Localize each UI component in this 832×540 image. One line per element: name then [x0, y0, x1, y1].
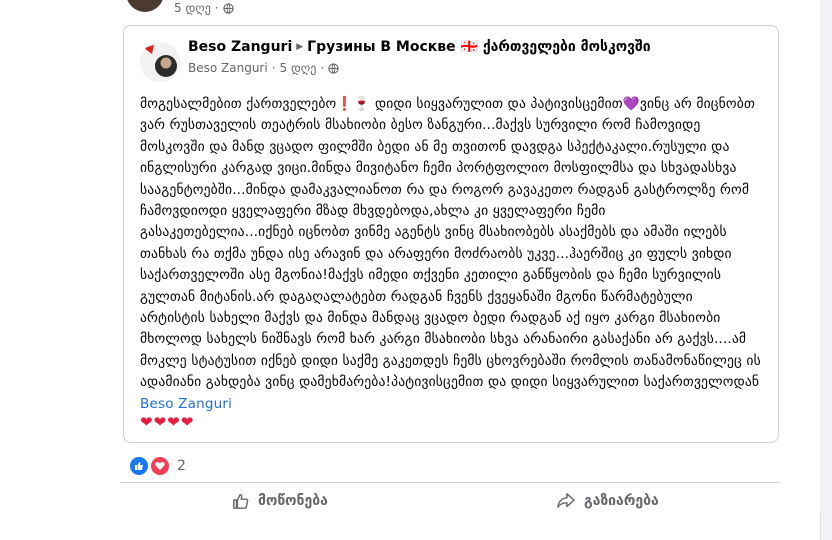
- love-reaction-icon: [149, 455, 171, 477]
- like-reaction-icon: [128, 455, 150, 477]
- triangle-right-icon: ▶: [296, 42, 304, 52]
- shared-post-time[interactable]: 5 დღე: [280, 61, 317, 75]
- hearts-emoji: ❤❤❤❤: [140, 413, 195, 431]
- globe-icon[interactable]: [222, 2, 234, 14]
- group-avatar[interactable]: [140, 42, 180, 82]
- thumbs-up-icon: [233, 493, 249, 509]
- globe-icon[interactable]: [328, 62, 339, 74]
- reactions-summary[interactable]: 2: [128, 455, 186, 477]
- share-button[interactable]: გაზიარება: [546, 488, 669, 514]
- shared-post-header: Beso Zanguri ▶ Грузины В Москве 🇬🇪 ქართვ…: [188, 39, 651, 55]
- share-arrow-icon: [557, 493, 575, 509]
- group-name[interactable]: Грузины В Москве 🇬🇪 ქართველები მოსკოვში: [307, 39, 651, 55]
- post-time[interactable]: 5 დღე: [174, 1, 211, 15]
- like-button[interactable]: მოწონება: [222, 488, 338, 514]
- reaction-count[interactable]: 2: [177, 458, 186, 474]
- actions-divider: [120, 482, 780, 483]
- shared-post-meta: Beso Zanguri · 5 დღე ·: [188, 61, 339, 75]
- post-body: მოგესალმებით ქართველებო❗🍷 დიდი სიყვარული…: [140, 94, 762, 415]
- shared-post: Beso Zanguri ▶ Грузины В Москве 🇬🇪 ქართვ…: [123, 25, 779, 443]
- sub-author-name[interactable]: Beso Zanguri: [188, 61, 268, 75]
- post-paragraph: მოგესალმებით ქართველებო❗🍷 დიდი სიყვარული…: [140, 96, 761, 391]
- share-label: გაზიარება: [584, 493, 659, 509]
- post-meta: 5 დღე ·: [174, 1, 234, 15]
- author-mention-link[interactable]: Beso Zanguri: [140, 396, 232, 412]
- page-scrollbar[interactable]: [820, 0, 832, 513]
- like-label: მოწონება: [258, 493, 328, 509]
- author-name[interactable]: Beso Zanguri: [188, 39, 292, 55]
